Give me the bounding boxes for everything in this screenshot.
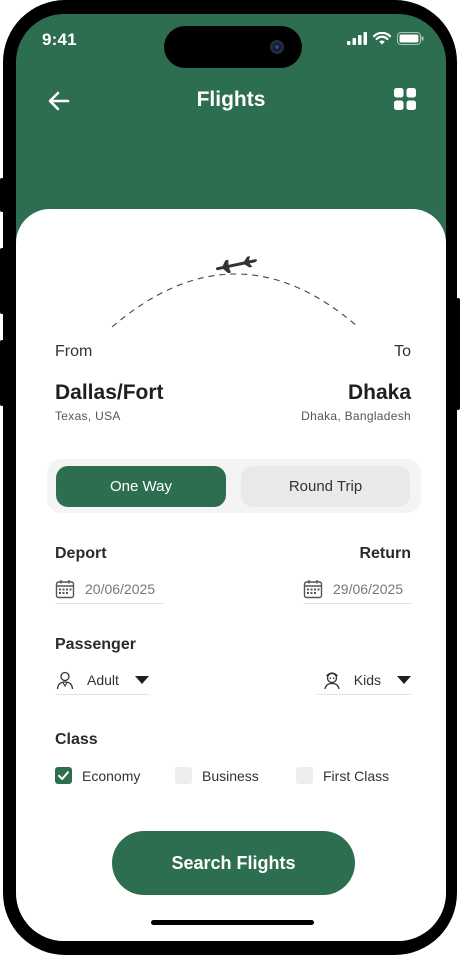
app-header: Flights	[16, 82, 446, 122]
class-option-label: Business	[202, 767, 259, 784]
search-flights-button[interactable]: Search Flights	[112, 831, 355, 895]
from-label: From	[55, 343, 93, 360]
wifi-icon	[373, 32, 391, 45]
side-button	[0, 178, 4, 212]
calendar-icon	[55, 580, 75, 599]
class-label: Class	[55, 731, 98, 748]
tab-round-trip[interactable]: Round Trip	[241, 466, 410, 507]
return-label: Return	[359, 545, 411, 562]
adult-label: Adult	[87, 672, 119, 688]
checkbox-checked[interactable]	[55, 767, 72, 784]
status-bar: 9:41	[16, 14, 446, 68]
depart-label: Deport	[55, 545, 107, 562]
kid-person-icon	[324, 672, 340, 690]
volume-up-button	[0, 248, 4, 314]
origin-city[interactable]: Dallas/Fort	[55, 381, 164, 405]
origin-region: Texas, USA	[55, 409, 121, 423]
chevron-down-icon	[397, 676, 411, 684]
destination-region: Dhaka, Bangladesh	[301, 409, 411, 423]
destination-city[interactable]: Dhaka	[348, 381, 411, 405]
status-icons	[347, 32, 424, 45]
power-button	[456, 298, 460, 410]
kids-passenger-dropdown[interactable]: Kids	[317, 666, 411, 695]
adult-passenger-dropdown[interactable]: Adult	[55, 666, 149, 695]
adult-person-icon	[56, 671, 74, 690]
tab-one-way[interactable]: One Way	[56, 466, 226, 507]
return-date-field[interactable]: 29/06/2025	[303, 575, 411, 604]
flight-search-card: From To Dallas/Fort Dhaka Texas, USA Dha…	[16, 209, 446, 941]
page-title: Flights	[196, 88, 266, 111]
checkbox-unchecked[interactable]	[296, 767, 313, 784]
checkbox-unchecked[interactable]	[175, 767, 192, 784]
depart-date-field[interactable]: 20/06/2025	[55, 575, 163, 604]
chevron-down-icon	[134, 676, 149, 684]
class-option-economy[interactable]: Economy	[55, 767, 140, 784]
check-icon	[58, 771, 69, 780]
signal-icon	[347, 32, 367, 45]
to-label: To	[394, 343, 411, 360]
volume-down-button	[0, 340, 4, 406]
status-time: 9:41	[42, 30, 77, 49]
class-option-label: First Class	[323, 767, 390, 784]
airplane-icon	[215, 256, 258, 274]
calendar-icon	[303, 580, 323, 599]
screen: 9:41 Flights From To Dallas/Fort Dhaka T…	[16, 14, 446, 941]
class-option-label: Economy	[82, 767, 141, 784]
class-option-business[interactable]: Business	[175, 767, 259, 784]
trip-type-toggle: One Way Round Trip	[47, 459, 421, 513]
depart-date-value: 20/06/2025	[85, 581, 156, 597]
grid-menu-icon[interactable]	[394, 88, 416, 110]
passenger-label: Passenger	[55, 636, 136, 653]
return-date-value: 29/06/2025	[333, 581, 404, 597]
home-indicator[interactable]	[151, 920, 314, 925]
battery-icon	[397, 32, 424, 45]
dynamic-island	[164, 26, 302, 68]
camera-icon	[270, 40, 284, 54]
phone-frame: 9:41 Flights From To Dallas/Fort Dhaka T…	[0, 0, 460, 955]
class-option-first-class[interactable]: First Class	[296, 767, 389, 784]
kids-label: Kids	[353, 672, 381, 688]
